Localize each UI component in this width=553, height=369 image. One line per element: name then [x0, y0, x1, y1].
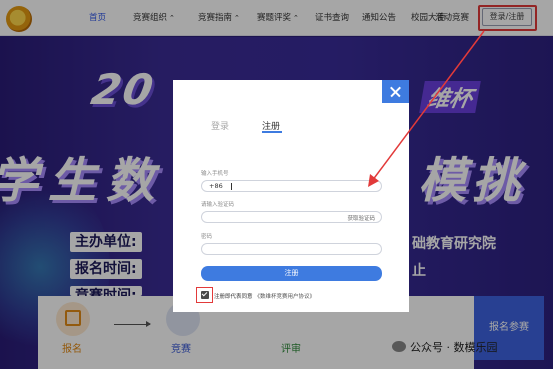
text-cursor	[231, 183, 232, 190]
phone-input[interactable]: +86	[201, 180, 382, 192]
agree-text: 注册即代表同意 《数维杯竞赛用户协议》	[214, 294, 316, 300]
close-icon[interactable]	[382, 80, 409, 103]
password-label: 密码	[201, 234, 213, 240]
tab-active-indicator	[262, 131, 282, 133]
user-agreement-link[interactable]: 《数维杯竞赛用户协议》	[255, 294, 316, 300]
highlight-box-checkbox	[196, 287, 213, 303]
password-input[interactable]	[201, 243, 382, 255]
phone-country-code[interactable]: +86	[209, 182, 223, 190]
code-label: 请输入验证码	[201, 202, 235, 208]
tab-login[interactable]: 登录	[211, 119, 229, 132]
verification-code-input[interactable]: 获取验证码	[201, 211, 382, 223]
phone-label: 输入手机号	[201, 171, 229, 177]
get-code-button[interactable]: 获取验证码	[347, 214, 375, 222]
register-submit-button[interactable]: 注册	[201, 266, 382, 281]
